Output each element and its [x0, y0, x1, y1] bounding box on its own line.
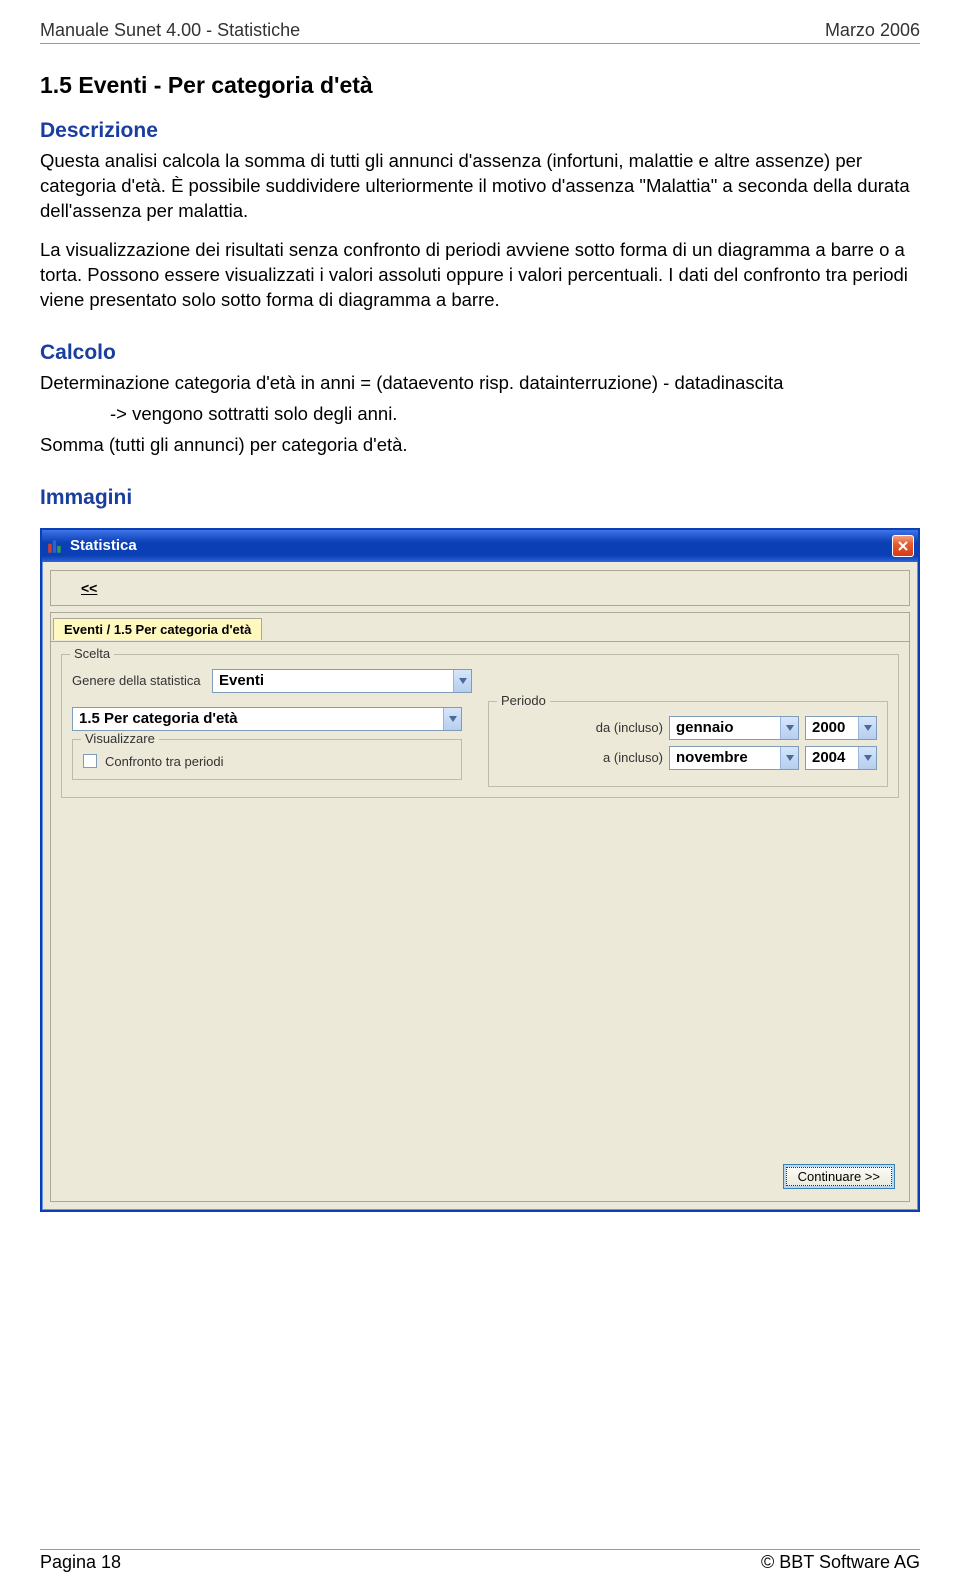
- doc-footer: Pagina 18 © BBT Software AG: [40, 1549, 920, 1573]
- close-button[interactable]: [892, 535, 914, 557]
- footer-left: Pagina 18: [40, 1552, 121, 1573]
- app-icon: [46, 537, 64, 555]
- periodo-legend: Periodo: [497, 693, 550, 708]
- visualizzare-legend: Visualizzare: [81, 731, 159, 746]
- da-year-combo[interactable]: 2000: [805, 716, 877, 740]
- chevron-down-icon: [858, 747, 876, 769]
- category-value: 1.5 Per categoria d'età: [79, 710, 443, 727]
- descrizione-p1: Questa analisi calcola la somma di tutti…: [40, 149, 920, 224]
- tab-eventi[interactable]: Eventi / 1.5 Per categoria d'età: [53, 618, 262, 640]
- back-button[interactable]: <<: [81, 580, 97, 596]
- statistica-window: Statistica << Eventi / 1.5 Per categoria…: [40, 528, 920, 1212]
- tab-strip: Eventi / 1.5 Per categoria d'età: [51, 613, 909, 641]
- da-month-value: gennaio: [676, 719, 780, 736]
- chevron-down-icon: [453, 670, 471, 692]
- calcolo-head: Calcolo: [40, 341, 920, 365]
- a-label: a (incluso): [581, 750, 663, 765]
- genere-combo[interactable]: Eventi: [212, 669, 472, 693]
- periodo-group: Periodo da (incluso) gennaio 2000: [488, 701, 888, 787]
- confronto-label: Confronto tra periodi: [105, 754, 224, 769]
- doc-header-left: Manuale Sunet 4.00 - Statistiche: [40, 20, 300, 41]
- genere-value: Eventi: [219, 672, 453, 689]
- calcolo-line2: -> vengono sottratti solo degli anni.: [110, 402, 920, 427]
- continuare-button[interactable]: Continuare >>: [783, 1164, 895, 1189]
- a-year-value: 2004: [812, 749, 858, 766]
- descrizione-head: Descrizione: [40, 119, 920, 143]
- visualizzare-group: Visualizzare Confronto tra periodi: [72, 739, 462, 780]
- window-title: Statistica: [70, 537, 892, 554]
- footer-right: © BBT Software AG: [761, 1552, 920, 1573]
- titlebar[interactable]: Statistica: [42, 530, 918, 562]
- a-month-combo[interactable]: novembre: [669, 746, 799, 770]
- scelta-legend: Scelta: [70, 646, 114, 661]
- da-month-combo[interactable]: gennaio: [669, 716, 799, 740]
- scelta-group: Scelta Genere della statistica Eventi: [61, 654, 899, 798]
- chevron-down-icon: [858, 717, 876, 739]
- da-year-value: 2000: [812, 719, 858, 736]
- chevron-down-icon: [780, 747, 798, 769]
- da-label: da (incluso): [581, 720, 663, 735]
- calcolo-line1: Determinazione categoria d'età in anni =…: [40, 371, 920, 396]
- confronto-checkbox[interactable]: [83, 754, 97, 768]
- chevron-down-icon: [443, 708, 461, 730]
- doc-header-right: Marzo 2006: [825, 20, 920, 41]
- calcolo-line3: Somma (tutti gli annunci) per categoria …: [40, 433, 920, 458]
- section-title: 1.5 Eventi - Per categoria d'età: [40, 72, 920, 99]
- a-year-combo[interactable]: 2004: [805, 746, 877, 770]
- a-month-value: novembre: [676, 749, 780, 766]
- genere-label: Genere della statistica: [72, 673, 212, 688]
- back-bar: <<: [50, 570, 910, 606]
- immagini-head: Immagini: [40, 486, 920, 510]
- descrizione-p2: La visualizzazione dei risultati senza c…: [40, 238, 920, 313]
- chevron-down-icon: [780, 717, 798, 739]
- doc-header: Manuale Sunet 4.00 - Statistiche Marzo 2…: [40, 20, 920, 44]
- category-combo[interactable]: 1.5 Per categoria d'età: [72, 707, 462, 731]
